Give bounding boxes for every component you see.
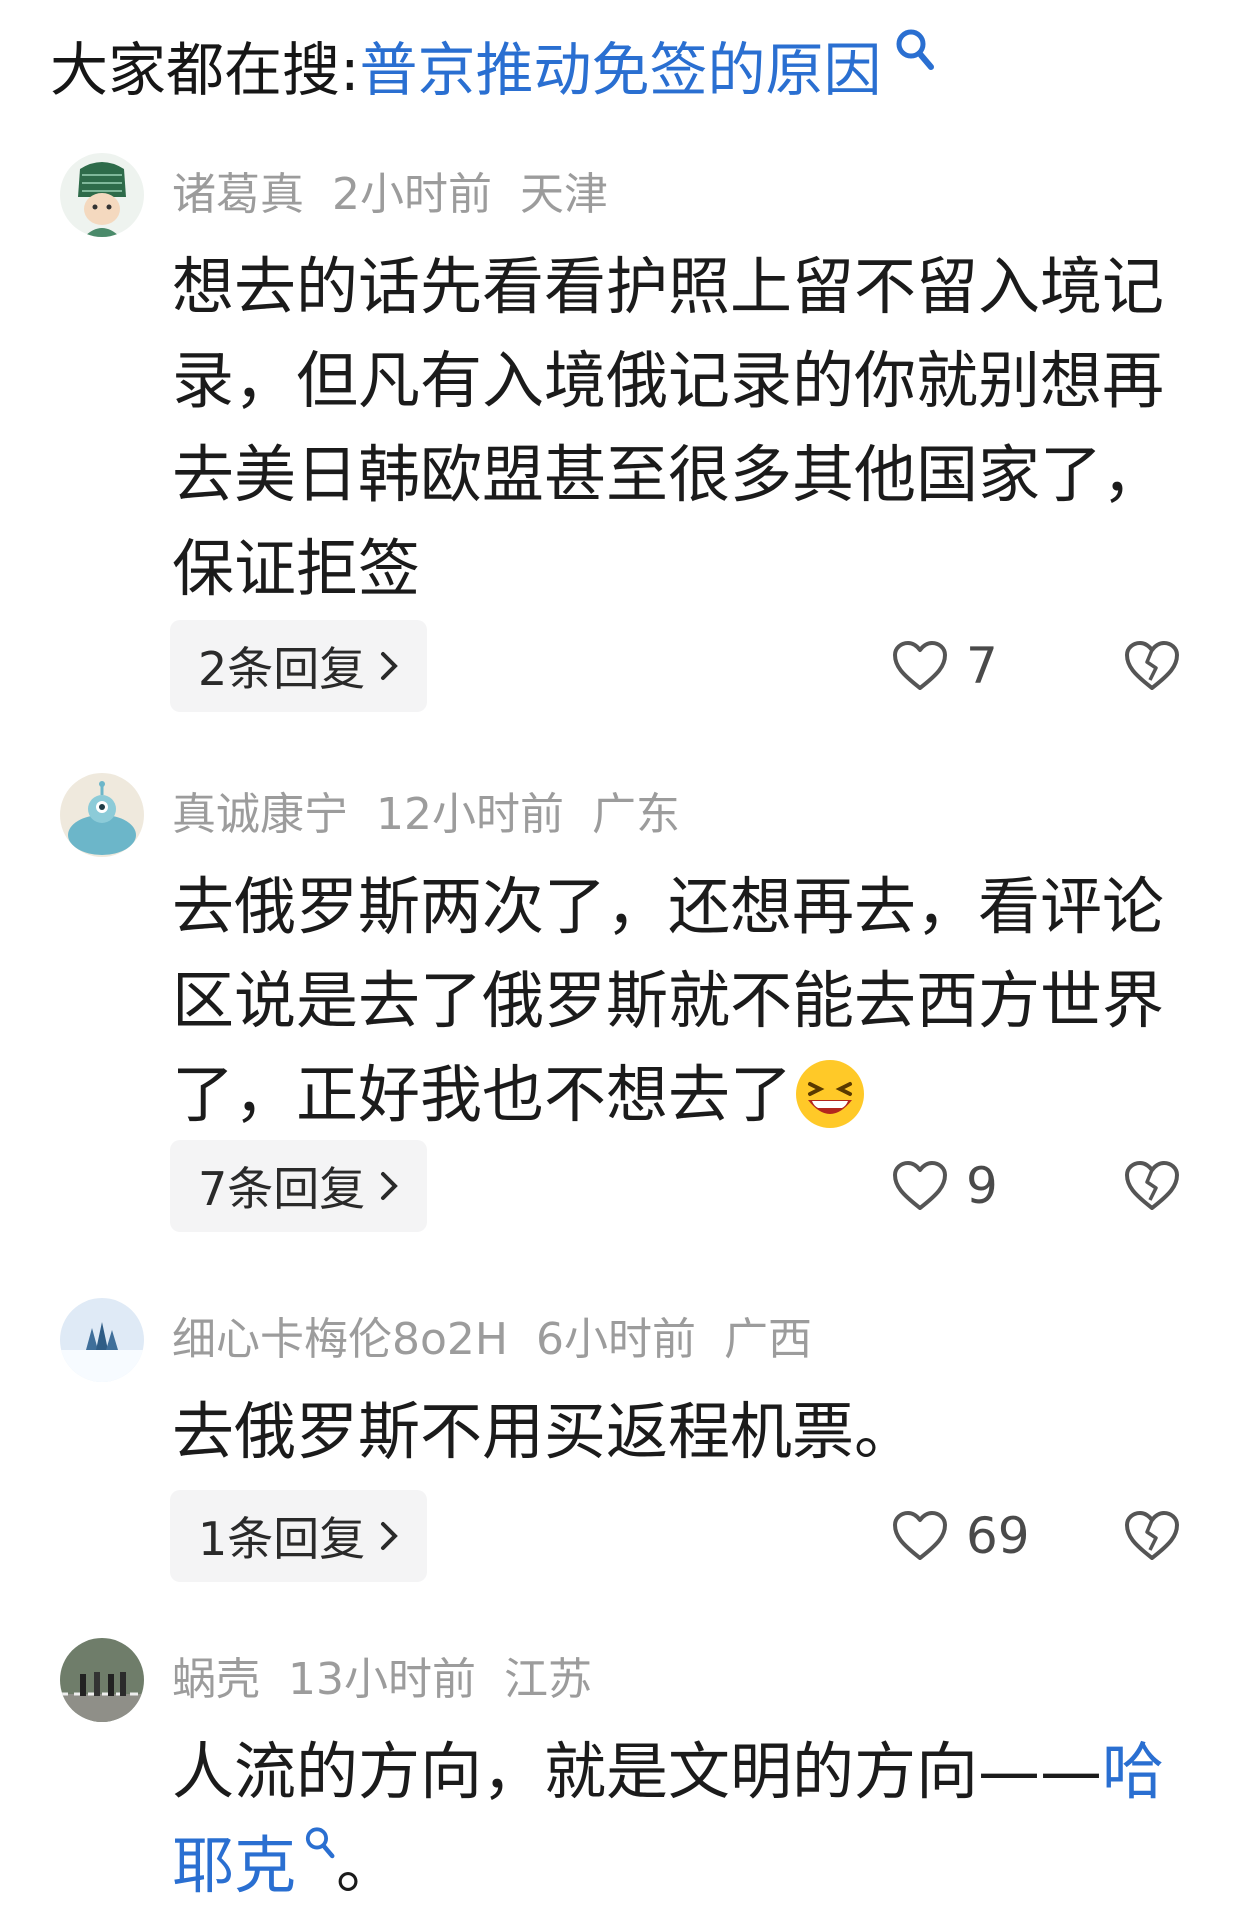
laughing-emoji-icon <box>796 1059 865 1128</box>
comment-meta: 真诚康宁 12小时前 广东 <box>172 778 708 842</box>
search-icon[interactable] <box>894 27 936 73</box>
trending-label: 大家都在搜: <box>50 36 360 104</box>
like-count: 69 <box>966 1507 1030 1565</box>
location: 天津 <box>520 169 608 220</box>
trending-search-bar[interactable]: 大家都在搜: 普京推动免签的原因 <box>50 20 936 110</box>
timestamp: 12小时前 <box>376 789 564 840</box>
avatar[interactable] <box>60 153 144 237</box>
chevron-right-icon <box>381 1522 399 1550</box>
avatar[interactable] <box>60 1638 144 1722</box>
timestamp: 2小时前 <box>332 169 492 220</box>
comment-text: 人流的方向，就是文明的方向——哈耶克。 <box>172 1725 1192 1913</box>
replies-count: 2条回复 <box>198 642 366 696</box>
dislike-button[interactable] <box>1124 1490 1180 1582</box>
username[interactable]: 真诚康宁 <box>172 789 348 840</box>
username[interactable]: 细心卡梅伦8o2H <box>172 1314 508 1365</box>
heart-icon <box>893 1161 947 1210</box>
timestamp: 13小时前 <box>288 1654 476 1705</box>
dislike-button[interactable] <box>1124 1140 1180 1232</box>
like-button[interactable]: 7 <box>892 620 998 712</box>
view-replies-button[interactable]: 7条回复 <box>170 1140 428 1232</box>
heart-icon <box>893 1511 947 1560</box>
trending-search-term[interactable]: 普京推动免签的原因 <box>360 23 882 107</box>
comment-meta: 蜗壳 13小时前 江苏 <box>172 1643 620 1707</box>
username[interactable]: 蜗壳 <box>172 1654 260 1705</box>
location: 广西 <box>724 1314 812 1365</box>
broken-heart-icon <box>1125 1161 1179 1210</box>
like-button[interactable]: 9 <box>892 1140 998 1232</box>
comment-text-content: 去俄罗斯两次了，还想再去，看评论区说是去了俄罗斯就不能去西方世界了，正好我也不想… <box>172 870 1165 1131</box>
search-icon[interactable] <box>304 1825 336 1861</box>
avatar[interactable] <box>60 773 144 857</box>
heart-icon <box>893 641 947 690</box>
comment-text-before: 人流的方向，就是文明的方向—— <box>172 1735 1103 1808</box>
avatar[interactable] <box>60 1298 144 1382</box>
broken-heart-icon <box>1125 641 1179 690</box>
view-replies-button[interactable]: 1条回复 <box>170 1490 428 1582</box>
username[interactable]: 诸葛真 <box>172 169 304 220</box>
comment-meta: 细心卡梅伦8o2H 6小时前 广西 <box>172 1303 840 1367</box>
comment-text-after: 。 <box>336 1829 399 1902</box>
dislike-button[interactable] <box>1124 620 1180 712</box>
comment-text: 去俄罗斯不用买返程机票。 <box>172 1395 917 1468</box>
comment-meta: 诸葛真 2小时前 天津 <box>172 158 636 222</box>
broken-heart-icon <box>1125 1511 1179 1560</box>
replies-count: 7条回复 <box>198 1162 366 1216</box>
like-count: 7 <box>966 637 998 695</box>
like-button[interactable]: 69 <box>892 1490 1030 1582</box>
chevron-right-icon <box>381 652 399 680</box>
view-replies-button[interactable]: 2条回复 <box>170 620 428 712</box>
like-count: 9 <box>966 1157 998 1215</box>
location: 广东 <box>592 789 680 840</box>
comment-text: 想去的话先看看护照上留不留入境记录，但凡有入境俄记录的你就别想再去美日韩欧盟甚至… <box>172 250 1165 605</box>
comment-text: 去俄罗斯两次了，还想再去，看评论区说是去了俄罗斯就不能去西方世界了，正好我也不想… <box>172 860 1192 1142</box>
replies-count: 1条回复 <box>198 1512 366 1566</box>
location: 江苏 <box>504 1654 592 1705</box>
chevron-right-icon <box>381 1172 399 1200</box>
timestamp: 6小时前 <box>536 1314 696 1365</box>
